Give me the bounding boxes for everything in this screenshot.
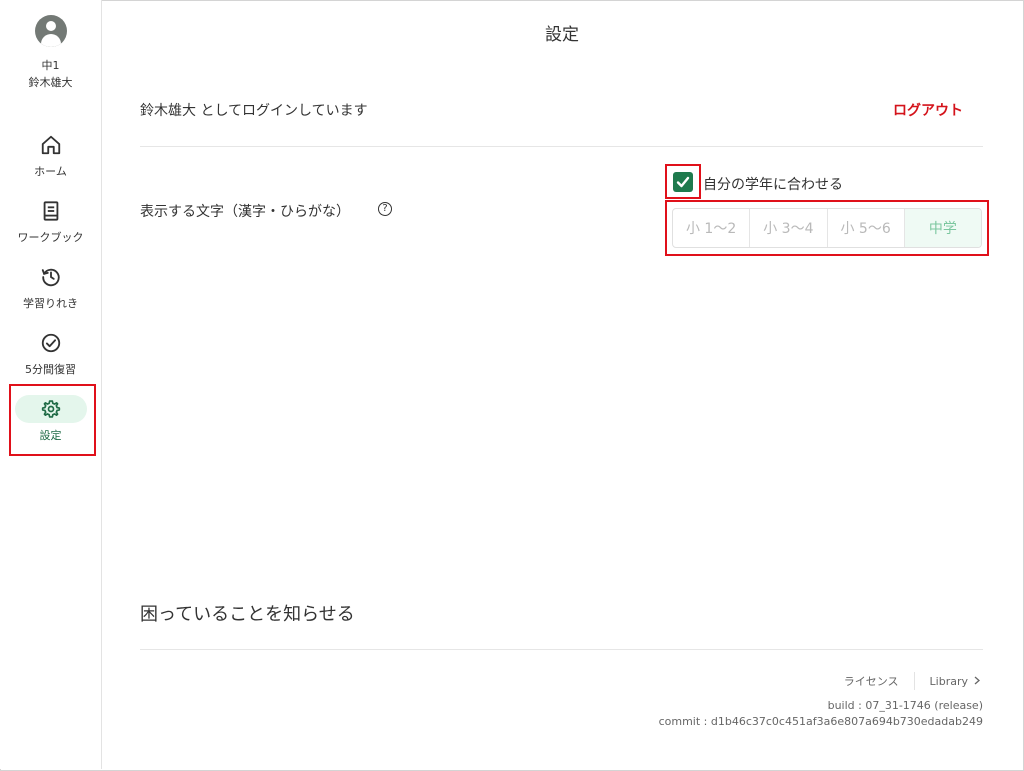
build-info: build : 07_31-1746 (release): [827, 699, 983, 712]
match-grade-checkbox[interactable]: [673, 172, 693, 192]
gear-icon: [41, 400, 60, 418]
avatar-icon: [34, 15, 67, 47]
logout-button[interactable]: ログアウト: [893, 100, 963, 120]
license-link[interactable]: ライセンス: [844, 673, 899, 689]
commit-info: commit : d1b46c37c0c451af3a6e807a694b730…: [658, 715, 983, 728]
sidebar-item-review[interactable]: 5分間復習: [0, 332, 101, 377]
grade-option-5-6[interactable]: 小 5〜6: [828, 209, 905, 247]
sidebar-item-label: 5分間復習: [25, 363, 76, 376]
book-icon: [43, 201, 58, 221]
checkmark-icon: [676, 176, 690, 188]
display-chars-label: 表示する文字（漢字・ひらがな）: [140, 204, 350, 220]
home-icon: [41, 135, 60, 155]
divider: [140, 146, 983, 147]
sidebar-item-label: ワークブック: [17, 231, 84, 244]
help-icon[interactable]: ?: [378, 202, 392, 216]
divider: [140, 649, 983, 650]
user-profile: 中1 鈴木雄大: [0, 15, 101, 90]
report-problem-link[interactable]: 困っていることを知らせる: [140, 600, 355, 626]
user-name: 鈴木雄大: [28, 76, 73, 89]
match-grade-label: 自分の学年に合わせる: [703, 177, 843, 193]
sidebar-item-history[interactable]: 学習りれき: [0, 266, 101, 311]
grade-option-1-2[interactable]: 小 1〜2: [673, 209, 751, 247]
library-link-label: Library: [929, 674, 968, 688]
sidebar-item-settings[interactable]: 設定: [0, 395, 101, 443]
grade-option-junior-high[interactable]: 中学: [904, 209, 981, 247]
sidebar: 中1 鈴木雄大 ホーム ワークブック 学習りれき 5分間復習 設定: [0, 0, 102, 769]
sidebar-item-label: ホーム: [34, 165, 67, 178]
login-status-text: 鈴木雄大 としてログインしています: [140, 103, 368, 119]
sidebar-item-label: 学習りれき: [23, 297, 78, 310]
footer-links: ライセンス Library: [844, 672, 980, 690]
active-indicator: [14, 395, 87, 423]
sidebar-item-workbook[interactable]: ワークブック: [0, 200, 101, 245]
user-grade: 中1: [41, 59, 60, 72]
page-title: 設定: [545, 25, 579, 45]
sidebar-item-label: 設定: [39, 429, 62, 442]
chevron-right-icon: [974, 676, 980, 684]
sidebar-item-home[interactable]: ホーム: [0, 134, 101, 179]
footer-separator: [913, 672, 915, 690]
grade-level-selector: 小 1〜2 小 3〜4 小 5〜6 中学: [672, 208, 982, 248]
history-icon: [41, 268, 60, 287]
check-circle-icon: [41, 333, 60, 353]
grade-option-3-4[interactable]: 小 3〜4: [750, 209, 828, 247]
library-link[interactable]: Library: [930, 675, 980, 688]
